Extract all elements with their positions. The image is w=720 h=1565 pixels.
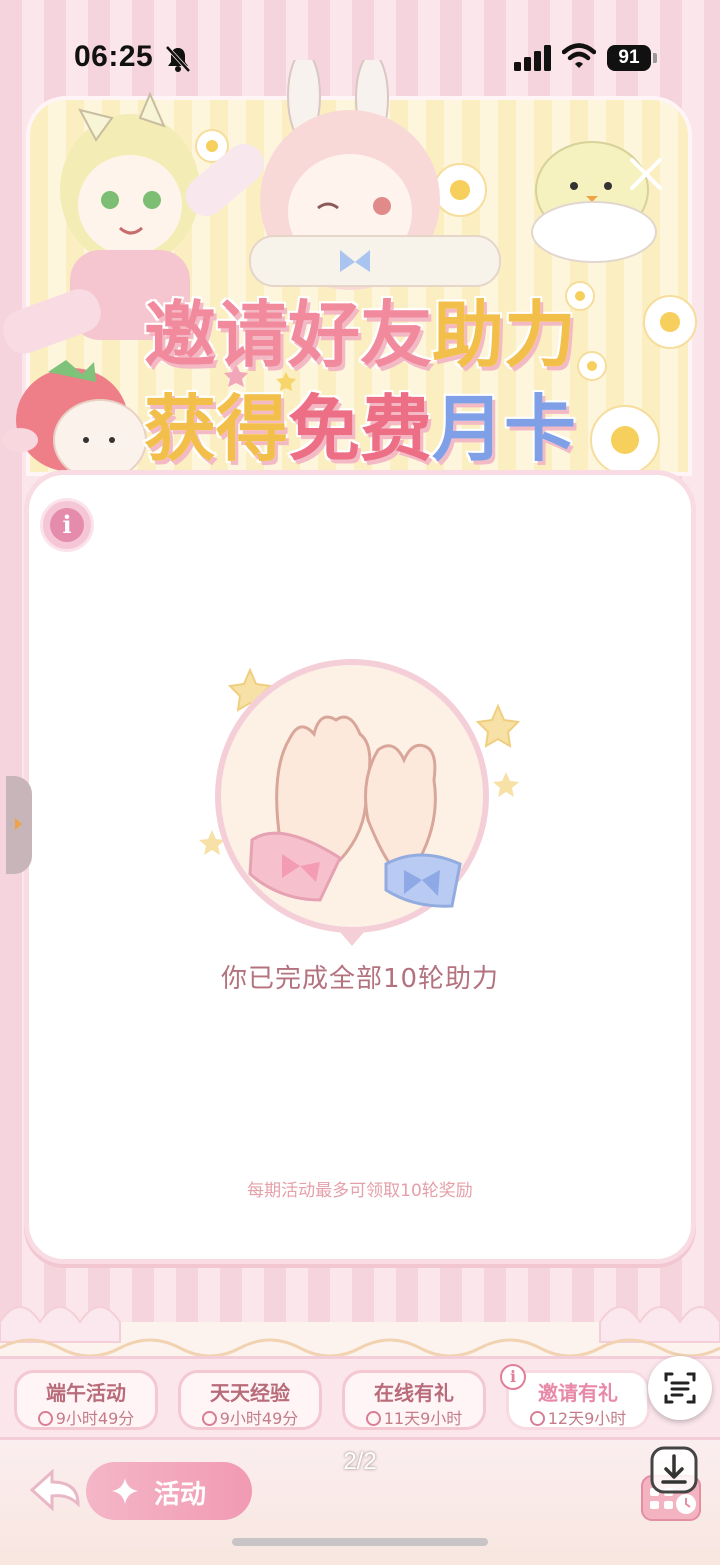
- activity-label: 活动: [154, 1480, 207, 1510]
- chevron-right-icon: [15, 818, 22, 830]
- tab-timer: 11天9小时: [345, 1405, 483, 1429]
- tab-label: 在线有礼: [374, 1381, 454, 1405]
- completed-message: 你已完成全部10轮助力: [220, 964, 500, 994]
- tab-online-gift[interactable]: 在线有礼 11天9小时: [342, 1370, 486, 1430]
- tab-timer-text: 9小时49分: [219, 1409, 299, 1428]
- clock-icon: [529, 1411, 545, 1426]
- title-invite-friends: 邀请好友: [142, 292, 433, 379]
- tab-info-icon[interactable]: i: [500, 1364, 526, 1390]
- title-assist: 助力: [430, 292, 577, 379]
- home-indicator: [232, 1538, 488, 1546]
- title-free: 免费: [286, 386, 433, 473]
- clock-icon: [37, 1411, 53, 1426]
- download-button[interactable]: [648, 1444, 700, 1496]
- high-five-illustration: [199, 659, 521, 946]
- lace-decoration: [0, 1306, 720, 1362]
- tab-label: 邀请有礼: [538, 1381, 618, 1405]
- tab-dragon-boat[interactable]: 端午活动 9小时49分: [14, 1370, 158, 1430]
- tab-timer-text: 12天9小时: [547, 1409, 627, 1428]
- clock-icon: [365, 1411, 381, 1426]
- tab-label: 端午活动: [46, 1381, 126, 1405]
- close-icon[interactable]: [622, 150, 670, 198]
- scan-text-icon: [664, 1372, 696, 1404]
- tab-label: 天天经验: [210, 1381, 290, 1405]
- reward-limit-note: 每期活动最多可领取10轮奖励: [247, 1181, 473, 1201]
- tab-invite-gift[interactable]: 邀请有礼 12天9小时: [506, 1370, 650, 1430]
- info-button[interactable]: i: [40, 498, 94, 552]
- tab-timer: 9小时49分: [181, 1405, 319, 1429]
- clock-icon: [201, 1411, 217, 1426]
- tab-timer-text: 9小时49分: [55, 1409, 135, 1428]
- sparkle-icon: [112, 1478, 138, 1504]
- tab-timer: 9小时49分: [17, 1405, 155, 1429]
- title-get: 获得: [142, 386, 289, 473]
- page-indicator: 2/2: [343, 1448, 377, 1475]
- tab-timer-text: 11天9小时: [383, 1409, 463, 1428]
- banner-title-line2: 获得免费月卡: [0, 370, 720, 475]
- tab-timer: 12天9小时: [509, 1405, 647, 1429]
- tab-daily-exp[interactable]: 天天经验 9小时49分: [178, 1370, 322, 1430]
- info-icon: i: [50, 508, 84, 542]
- scan-text-button[interactable]: [648, 1356, 712, 1420]
- side-drawer-handle[interactable]: [6, 776, 32, 874]
- download-icon: [650, 1446, 698, 1494]
- title-monthly-card: 月卡: [430, 386, 577, 473]
- banner-title-line1: 邀请好友助力: [0, 276, 720, 381]
